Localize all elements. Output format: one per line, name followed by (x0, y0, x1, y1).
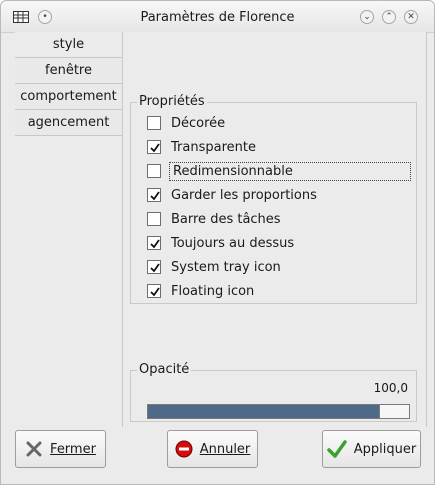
option-label: Transparente (171, 139, 256, 155)
opacity-group: Opacité 100,0 (130, 362, 417, 422)
checkbox[interactable] (147, 236, 161, 250)
option-barre-taches[interactable]: Barre des tâches (147, 208, 281, 230)
cancel-icon (175, 440, 193, 458)
tab-label: comportement (20, 89, 117, 104)
check-icon (150, 191, 160, 201)
tab-label: fenêtre (45, 63, 92, 78)
close-icon[interactable]: ✕ (404, 10, 418, 24)
option-floating-icon[interactable]: Floating icon (147, 280, 254, 302)
opacity-group-title: Opacité (137, 362, 192, 377)
close-x-icon (25, 440, 43, 458)
tab-comportement[interactable]: comportement (15, 84, 122, 110)
close-button-label: Fermer (50, 441, 96, 457)
close-button[interactable]: Fermer (15, 430, 106, 468)
option-label: Toujours au dessus (171, 235, 295, 251)
option-label: Garder les proportions (171, 187, 317, 203)
check-icon (150, 143, 160, 153)
option-transparente[interactable]: Transparente (147, 136, 256, 158)
checkbox[interactable] (147, 284, 161, 298)
properties-group-title: Propriétés (137, 94, 207, 109)
minimize-icon[interactable]: ⌄ (360, 10, 374, 24)
tab-agencement[interactable]: agencement (15, 110, 122, 136)
cancel-button-label: Annuler (199, 441, 251, 457)
opacity-value: 100,0 (373, 381, 408, 395)
checkbox[interactable] (147, 260, 161, 274)
checkbox[interactable] (147, 188, 161, 202)
checkbox[interactable] (147, 140, 161, 154)
check-icon (150, 239, 160, 249)
option-label: System tray icon (171, 259, 281, 275)
opacity-slider[interactable] (147, 404, 410, 419)
tab-label: agencement (27, 115, 110, 130)
option-label: Redimensionnable (169, 161, 411, 181)
preferences-window: • Paramètres de Florence ⌄ ⌃ ✕ style fen… (0, 0, 435, 485)
tab-content: Propriétés Décorée Transparente Redimens… (122, 32, 427, 427)
option-system-tray[interactable]: System tray icon (147, 256, 281, 278)
checkbox[interactable] (147, 212, 161, 226)
option-decoree[interactable]: Décorée (147, 112, 225, 134)
slider-fill (148, 405, 383, 418)
apply-button-label: Appliquer (353, 441, 417, 457)
option-label: Barre des tâches (171, 211, 281, 227)
check-icon (150, 287, 160, 297)
tab-label: style (52, 37, 85, 52)
checkbox[interactable] (147, 164, 161, 178)
title-bar: • Paramètres de Florence ⌄ ⌃ ✕ (1, 1, 434, 33)
tab-list: style fenêtre comportement agencement (15, 32, 122, 136)
check-icon (150, 263, 160, 273)
tab-style[interactable]: style (15, 32, 122, 58)
cancel-button[interactable]: Annuler (167, 430, 258, 468)
checkmark-icon (327, 439, 347, 459)
option-garder-proportions[interactable]: Garder les proportions (147, 184, 317, 206)
option-toujours-dessus[interactable]: Toujours au dessus (147, 232, 294, 254)
slider-thumb[interactable] (379, 405, 409, 418)
maximize-icon[interactable]: ⌃ (382, 10, 396, 24)
tab-fenetre[interactable]: fenêtre (15, 58, 122, 84)
option-label: Floating icon (171, 283, 255, 299)
option-redimensionnable[interactable]: Redimensionnable (147, 160, 411, 182)
checkbox[interactable] (147, 116, 161, 130)
properties-group: Propriétés Décorée Transparente Redimens… (130, 94, 417, 304)
option-label: Décorée (171, 115, 226, 131)
apply-button[interactable]: Appliquer (322, 430, 421, 468)
